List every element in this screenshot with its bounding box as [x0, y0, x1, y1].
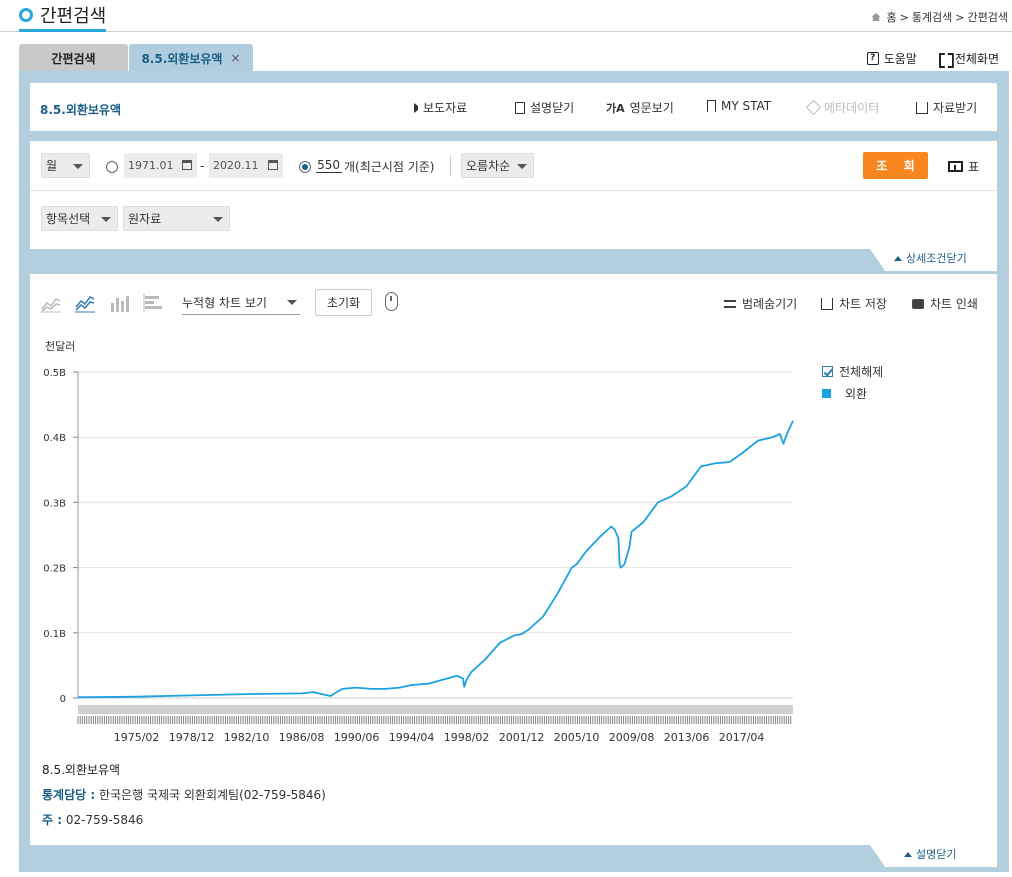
legend-item-label: 외환: [845, 386, 868, 401]
x-tick-label: 2001/12: [499, 731, 545, 744]
y-tick-label: 0.2B: [43, 564, 66, 575]
meta-title: 8.5.외환보유액: [42, 763, 121, 777]
meta-note-label: 주 :: [42, 813, 63, 827]
y-tick-label: 0.4B: [43, 433, 66, 444]
x-tick-label: 2009/08: [609, 731, 655, 744]
meta-note-value: 02-759-5846: [65, 813, 144, 827]
desc-toggle-label: 설명닫기: [916, 848, 957, 861]
x-tick-label: 1998/02: [444, 731, 490, 744]
triangle-up-icon: [904, 851, 912, 857]
y-tick-label: 0.1B: [43, 629, 66, 640]
y-tick-label: 0: [60, 694, 66, 705]
desc-toggle-link[interactable]: 설명닫기: [904, 846, 956, 862]
x-tick-label: 1994/04: [389, 731, 435, 744]
checkbox-icon[interactable]: [822, 365, 833, 377]
x-tick-label: 1982/10: [224, 731, 270, 744]
x-tick-label: 1990/06: [334, 731, 380, 744]
chart-legend: 전체해제 외환: [822, 360, 883, 404]
y-tick-label: 0.3B: [43, 498, 66, 509]
x-tick-label: 1978/12: [169, 731, 215, 744]
x-tick-label: 2017/04: [719, 731, 765, 744]
x-tick-label: 2013/06: [664, 731, 710, 744]
legend-item[interactable]: 외환: [822, 382, 883, 404]
x-tick-strip: [78, 716, 793, 724]
y-tick-label: 0.5B: [43, 368, 66, 379]
x-tick-label: 1975/02: [114, 731, 160, 744]
range-navigator-bar: [78, 705, 793, 714]
meta-note: 주 : 02-759-5846: [42, 811, 143, 828]
x-tick-label: 1986/08: [279, 731, 325, 744]
legend-toggle-all[interactable]: 전체해제: [822, 360, 883, 382]
series-color-swatch: [822, 388, 831, 398]
y-axis-label: 천달러: [45, 339, 75, 353]
line-chart: 천달러 0 0.1B 0.2B 0.3B 0.4B 0.5B 1975/02 1978/12 19…: [43, 339, 794, 744]
meta-contact-value: 한국은행 국제국 외환회계팀(02-759-5846): [98, 788, 326, 802]
legend-toggle-all-label: 전체해제: [839, 364, 884, 379]
meta-contact-label: 통계담당 :: [42, 788, 96, 802]
series-line: [77, 420, 794, 699]
meta-contact: 통계담당 : 한국은행 국제국 외환회계팀(02-759-5846): [42, 786, 326, 803]
x-tick-label: 2005/10: [554, 731, 600, 744]
